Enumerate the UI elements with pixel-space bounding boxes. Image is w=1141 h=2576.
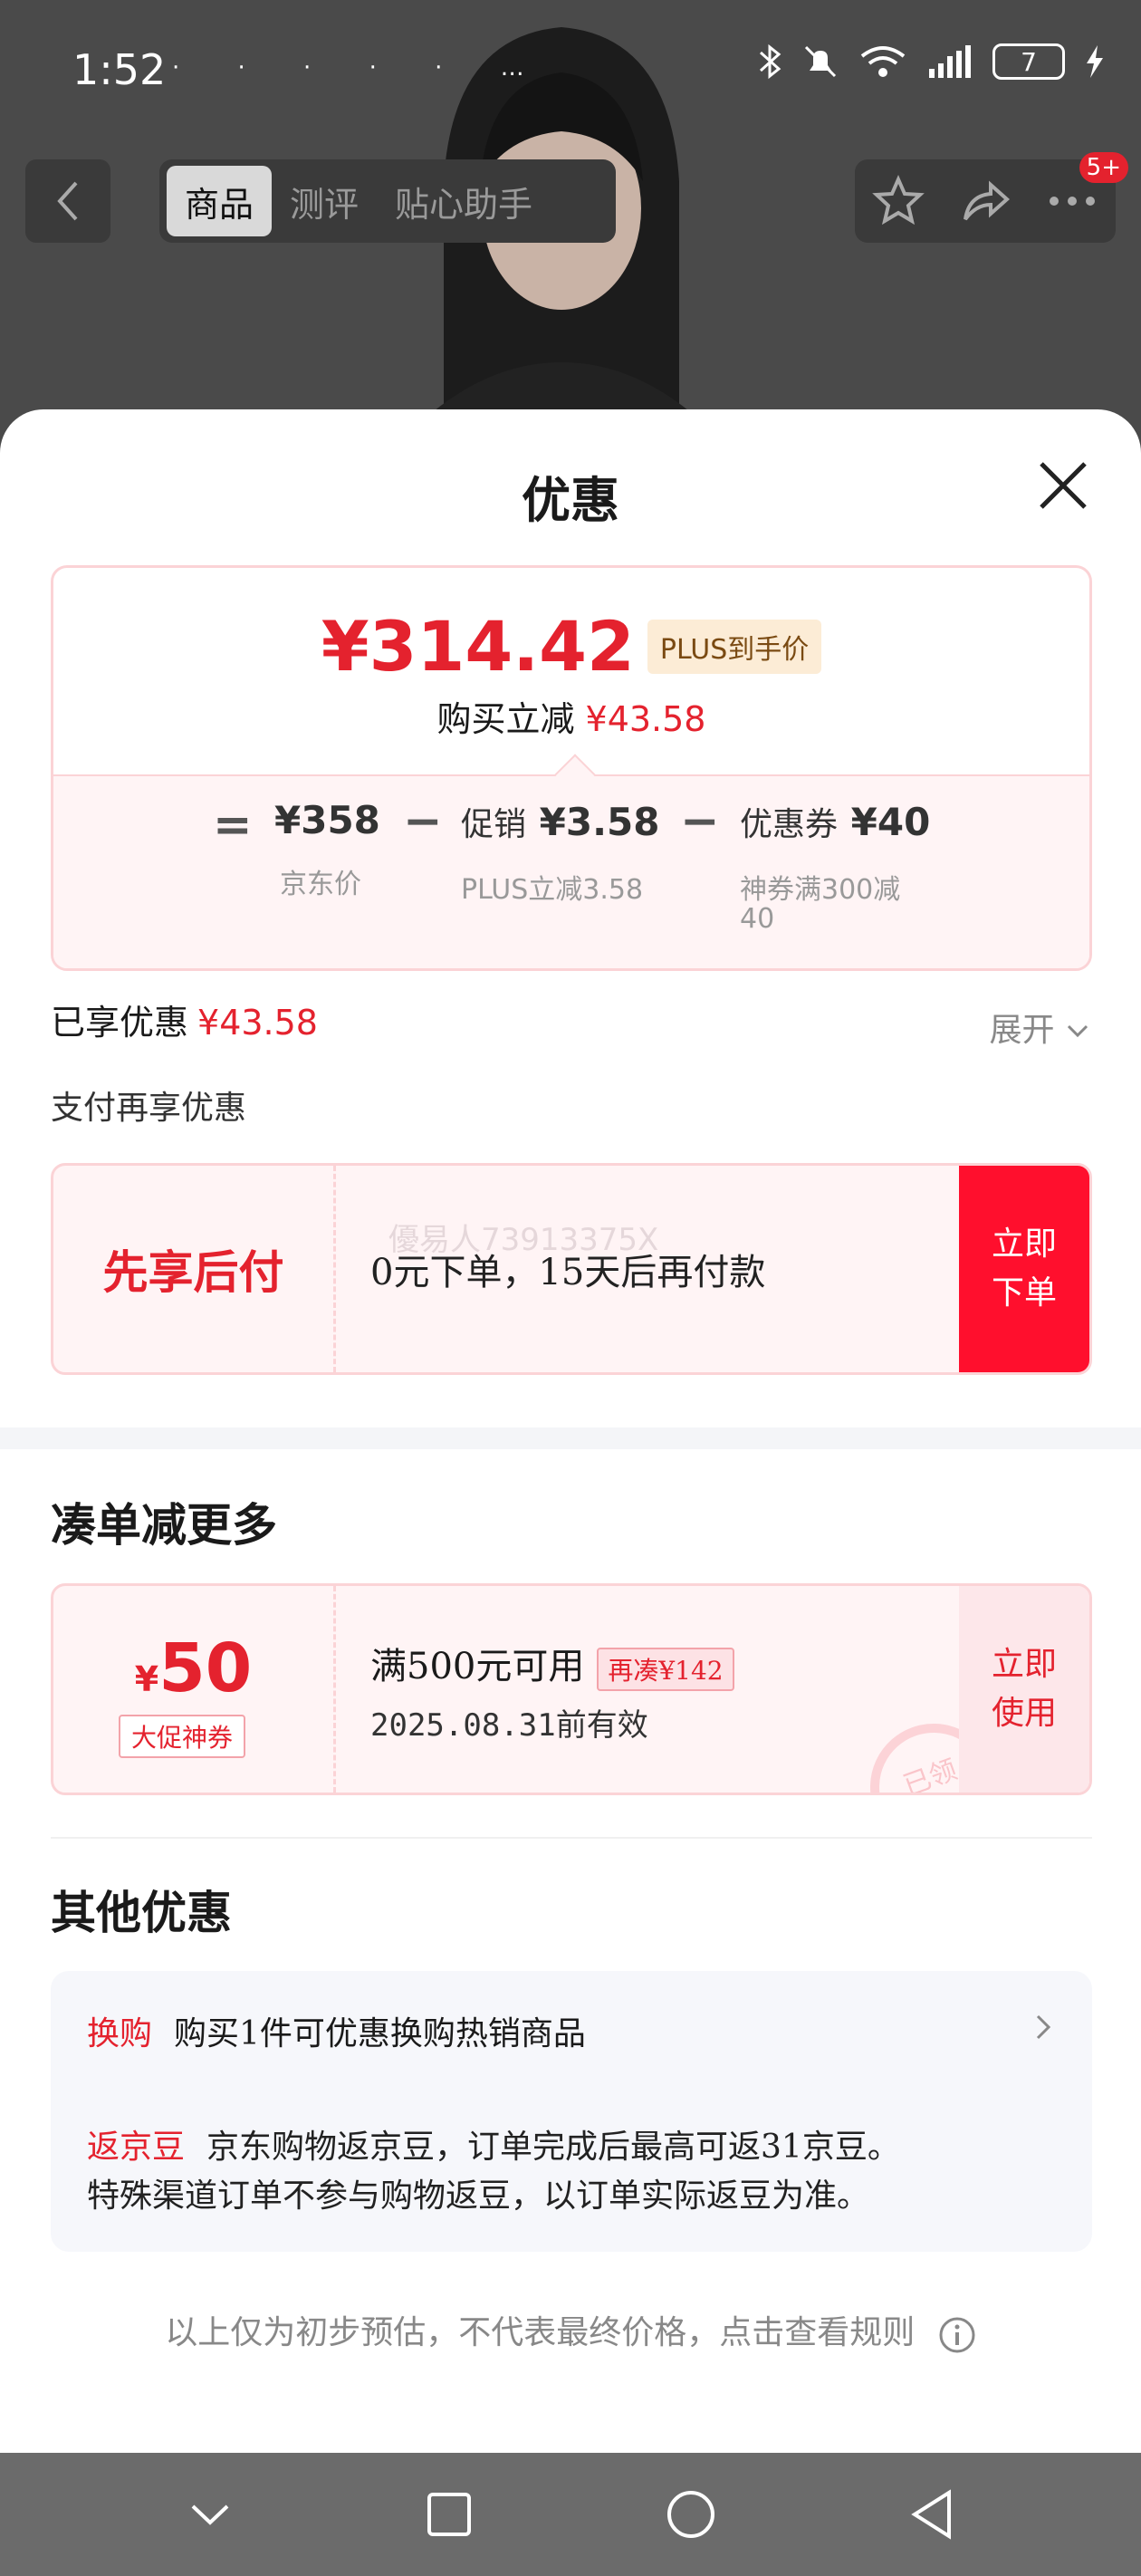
coupon-expiry: 2025.08.31前有效 (370, 1707, 648, 1744)
minus-sign: − (403, 794, 443, 849)
use-now-line2: 使用 (991, 1695, 1057, 1732)
plus-price-badge: PLUS到手价 (647, 619, 822, 674)
more-icon[interactable] (1045, 192, 1099, 210)
other-section-title: 其他优惠 (51, 1886, 232, 1939)
bnpl-title: 先享后付 (53, 1166, 336, 1372)
rules-footnote[interactable]: 以上仅为初步预估，不代表最终价格，点击查看规则 (0, 2306, 1141, 2354)
discount-summary: 购买立减 ¥43.58 (53, 691, 1089, 741)
notification-icons: · · · · · … (172, 54, 550, 82)
discount-label: 购买立减 (436, 699, 575, 739)
charging-icon (1087, 45, 1103, 78)
beans-line1: 京东购物返京豆，订单完成后最高可返31京豆。 (206, 2129, 900, 2166)
promo-label: PLUS立减3.58 (461, 874, 644, 906)
battery-icon: 7 (992, 43, 1065, 80)
message-badge: 5+ (1079, 152, 1128, 183)
price-breakdown-card: ¥314.42 PLUS到手价 购买立减 ¥43.58 = ¥358 京东价 − 促… (51, 565, 1092, 971)
home-circle-icon[interactable] (666, 2489, 716, 2540)
add-more-tag: 再凑¥142 (597, 1648, 734, 1691)
beans-line2: 特殊渠道订单不参与购物返豆，以订单实际返豆为准。 (87, 2177, 870, 2215)
bnpl-desc: 0元下单，15天后再付款 (370, 1252, 766, 1293)
mute-icon (804, 45, 837, 78)
chevron-down-icon (1067, 1024, 1088, 1038)
system-navigation-bar (0, 2453, 1141, 2576)
status-icons: 7 (757, 43, 1105, 80)
coupon-value: ¥40 (850, 800, 931, 844)
status-bar: 1:52 · · · · · … 7 (0, 0, 1141, 145)
recents-square-icon[interactable] (426, 2491, 473, 2538)
coupon-label-2: 40 (740, 903, 775, 935)
use-now-button[interactable]: 立即 使用 (959, 1586, 1089, 1793)
back-triangle-icon[interactable] (909, 2489, 954, 2540)
promo-amount: 促销 ¥3.58 (461, 798, 660, 845)
beans-key: 返京豆 (87, 2129, 186, 2166)
expand-label: 展开 (989, 1012, 1055, 1049)
coupon-type-tag: 大促神券 (119, 1715, 246, 1758)
coupon-amount: ¥50 (53, 1629, 333, 1707)
product-nav: 商品 测评 贴心助手 5+ (0, 152, 1141, 246)
coupon-prefix: 优惠券 (740, 806, 839, 843)
exchange-text: 购买1件可优惠换购热销商品 (174, 2015, 586, 2052)
coupon-number: 50 (158, 1629, 253, 1707)
status-time: 1:52 (72, 45, 167, 94)
enjoyed-label: 已享优惠 (51, 1003, 189, 1043)
other-offers-box: 换购 购买1件可优惠换购热销商品 返京豆 京东购物返京豆，订单完成后最高可返31京豆… (51, 1971, 1092, 2252)
favorite-star-icon[interactable] (871, 174, 925, 228)
chevron-right-icon[interactable] (1029, 2011, 1056, 2043)
enjoyed-value: ¥43.58 (197, 1003, 318, 1043)
bundle-section-title: 凑单减更多 (51, 1498, 277, 1552)
final-price-row: ¥314.42 PLUS到手价 (53, 606, 1089, 687)
collapse-down-icon[interactable] (187, 2501, 233, 2528)
exchange-offer-row[interactable]: 换购 购买1件可优惠换购热销商品 (87, 2007, 586, 2054)
tab-assistant[interactable]: 贴心助手 (377, 166, 551, 236)
pay-more-label: 支付再享优惠 (51, 1090, 247, 1127)
close-icon[interactable] (1036, 458, 1090, 513)
bluetooth-icon (759, 43, 781, 80)
final-price-section: ¥314.42 PLUS到手价 购买立减 ¥43.58 (53, 568, 1089, 774)
promo-prefix: 促销 (461, 806, 527, 843)
exchange-key: 换购 (87, 2015, 153, 2052)
final-price: ¥314.42 (321, 606, 635, 687)
signal-icon (929, 45, 971, 78)
jd-price: ¥358 (274, 798, 380, 842)
coupon-value-block: ¥50 大促神券 (53, 1586, 336, 1793)
chevron-left-icon (57, 181, 78, 221)
footnote-text: 以上仅为初步预估，不代表最终价格，点击查看规则 (165, 2314, 916, 2351)
minus-sign: − (680, 794, 720, 849)
discount-value: ¥43.58 (585, 699, 706, 739)
wifi-icon (860, 46, 906, 77)
equals-sign: = (213, 798, 253, 852)
back-button[interactable] (25, 159, 110, 243)
nav-actions: 5+ (855, 152, 1128, 243)
jd-beans-row: 返京豆 京东购物返京豆，订单完成后最高可返31京豆。 特殊渠道订单不参与购物返豆，… (87, 2123, 900, 2221)
sheet-title: 优惠 (522, 471, 619, 529)
info-icon[interactable] (938, 2316, 976, 2354)
coupon-label-1: 神券满300减 (740, 874, 901, 906)
order-now-line2: 下单 (991, 1274, 1057, 1312)
coupon-card[interactable]: ¥50 大促神券 满500元可用 再凑¥142 2025.08.31前有效 已领 … (51, 1583, 1092, 1795)
share-icon[interactable] (958, 174, 1012, 228)
divider-line (51, 1837, 1092, 1839)
coupon-amount: 优惠券 ¥40 (740, 798, 930, 845)
coupon-condition-text: 满500元可用 (370, 1646, 585, 1687)
promo-value: ¥3.58 (539, 800, 660, 844)
price-formula: = ¥358 京东价 − 促销 ¥3.58 PLUS立减3.58 − 优惠券 ¥… (53, 754, 1089, 968)
order-now-button[interactable]: 立即 下单 (959, 1166, 1089, 1372)
product-tabs: 商品 测评 贴心助手 (159, 159, 616, 243)
use-now-line1: 立即 (991, 1646, 1057, 1683)
coupon-currency: ¥ (134, 1659, 159, 1699)
product-page-background: 1:52 · · · · · … 7 商品 测评 贴心助手 5+ (0, 0, 1141, 471)
discount-sheet: 优惠 ¥314.42 PLUS到手价 购买立减 ¥43.58 = ¥358 京东价 … (0, 409, 1141, 2453)
coupon-condition: 满500元可用 再凑¥142 (370, 1637, 734, 1691)
buy-now-pay-later-card[interactable]: 先享后付 優易人73913375X 0元下单，15天后再付款 立即 下单 (51, 1163, 1092, 1375)
enjoyed-discount: 已享优惠 ¥43.58 (51, 995, 318, 1044)
section-divider (0, 1427, 1141, 1449)
expand-button[interactable]: 展开 (990, 1004, 1090, 1051)
order-now-line1: 立即 (991, 1226, 1057, 1263)
tab-product[interactable]: 商品 (167, 166, 273, 236)
tab-review[interactable]: 测评 (272, 166, 377, 236)
jd-price-label: 京东价 (280, 869, 361, 900)
